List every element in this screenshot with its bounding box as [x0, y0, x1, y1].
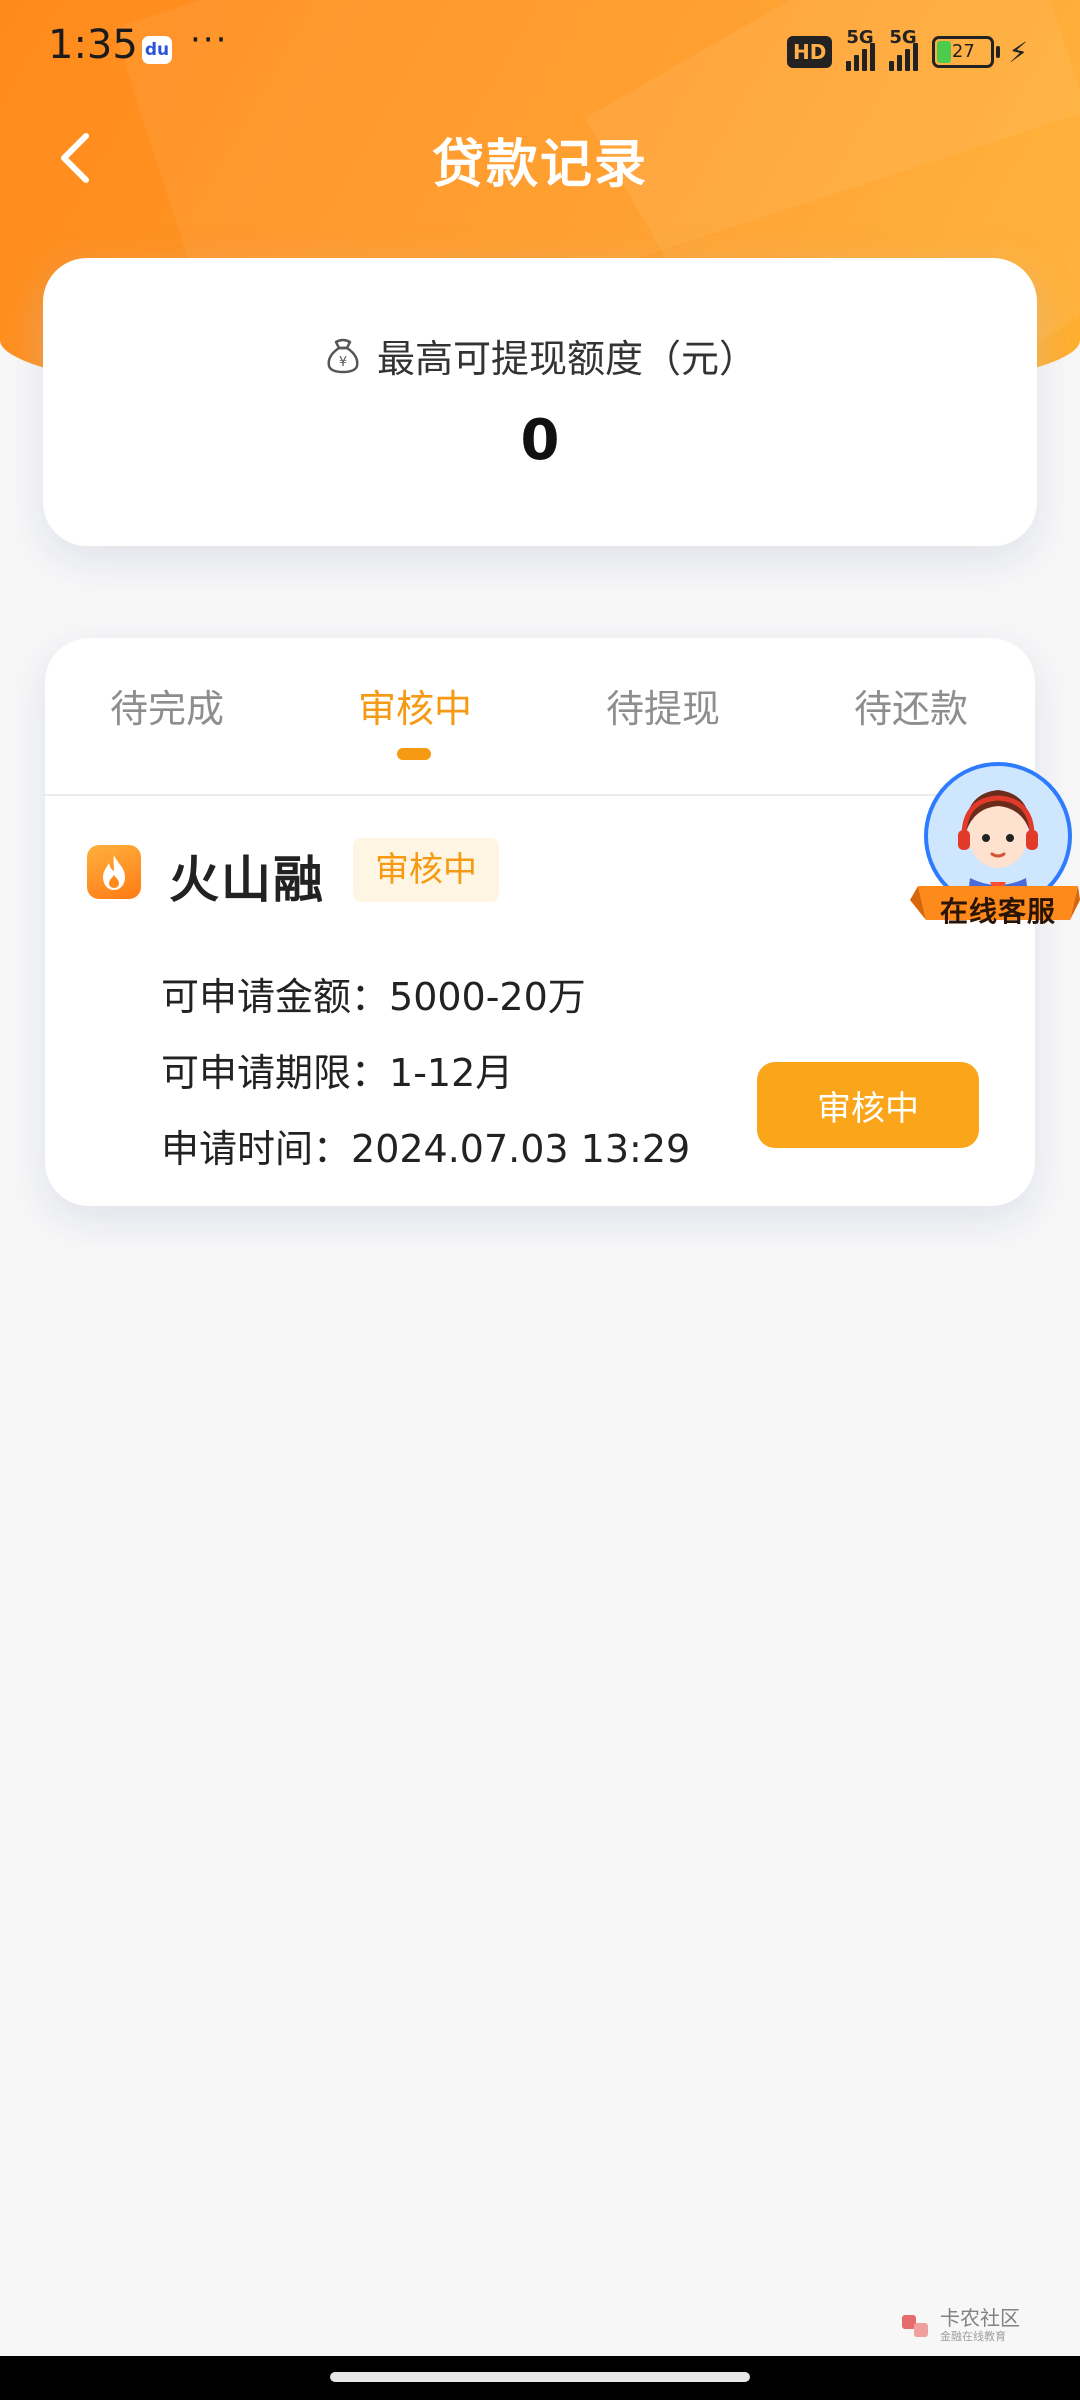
signal-network-label: 5G: [889, 27, 917, 48]
lender-name: 火山融: [169, 851, 325, 909]
flame-icon: [87, 845, 141, 899]
tab-repay[interactable]: 待还款: [811, 678, 1011, 733]
amount-row: 可申请金额：5000-20万: [161, 966, 586, 1021]
reviewing-button[interactable]: 审核中: [757, 1062, 979, 1148]
quota-card: ¥ 最高可提现额度（元） 0: [43, 258, 1037, 546]
active-tab-indicator: [397, 748, 431, 760]
quota-value: 0: [520, 408, 560, 473]
status-tabs: 待完成 审核中 待提现 待还款: [45, 638, 1035, 794]
charging-icon: ⚡: [1008, 35, 1028, 69]
status-indicators: HD 5G 5G 27 ⚡: [786, 27, 1028, 72]
apply-time-value: 2024.07.03 13:29: [351, 1127, 691, 1171]
apply-time-row: 申请时间：2024.07.03 13:29: [161, 1118, 690, 1173]
status-bar: 1:35 du ··· HD 5G 5G 27 ⚡: [0, 0, 1080, 100]
system-navigation-bar: [0, 2356, 1080, 2400]
watermark-subtext: 金融在线教育: [940, 2330, 1006, 2343]
divider: [45, 794, 1035, 796]
amount-label: 可申请金额：: [161, 975, 390, 1019]
customer-service-button[interactable]: 在线客服: [910, 760, 1080, 946]
amount-value: 5000-20万: [389, 975, 586, 1019]
watermark-text: 卡农社区: [940, 2306, 1020, 2330]
watermark: 卡农社区 金融在线教育: [900, 2308, 1020, 2344]
tab-withdraw[interactable]: 待提现: [563, 678, 763, 733]
quota-label-row: ¥ 最高可提现额度（元）: [43, 328, 1037, 383]
money-bag-icon: ¥: [327, 338, 359, 373]
signal-strength-icon: 5G: [846, 27, 876, 71]
svg-text:¥: ¥: [339, 355, 347, 370]
status-more-icon: ···: [190, 20, 229, 60]
term-row: 可申请期限：1-12月: [161, 1042, 513, 1097]
records-card: 待完成 审核中 待提现 待还款 火山融 审核中 可申请金额：5000-20万 可…: [45, 638, 1035, 1206]
term-value: 1-12月: [389, 1051, 514, 1095]
status-badge: 审核中: [353, 838, 499, 902]
tab-reviewing[interactable]: 审核中: [315, 678, 515, 733]
page-title: 贷款记录: [431, 135, 648, 195]
term-label: 可申请期限：: [161, 1051, 390, 1095]
tab-pending[interactable]: 待完成: [67, 678, 267, 733]
battery-icon: 27: [932, 36, 1001, 68]
hd-voice-badge: HD: [786, 36, 833, 68]
signal-network-label: 5G: [846, 27, 874, 48]
customer-service-label: 在线客服: [939, 895, 1056, 928]
signal-strength-icon: 5G: [889, 27, 919, 71]
home-indicator[interactable]: [330, 2372, 750, 2382]
status-time: 1:35: [48, 22, 138, 68]
watermark-logo-icon: [902, 2315, 928, 2337]
battery-level: 27: [951, 41, 975, 62]
notification-app-icon: du: [142, 36, 172, 64]
apply-time-label: 申请时间：: [161, 1127, 352, 1171]
quota-label: 最高可提现额度（元）: [376, 337, 757, 381]
